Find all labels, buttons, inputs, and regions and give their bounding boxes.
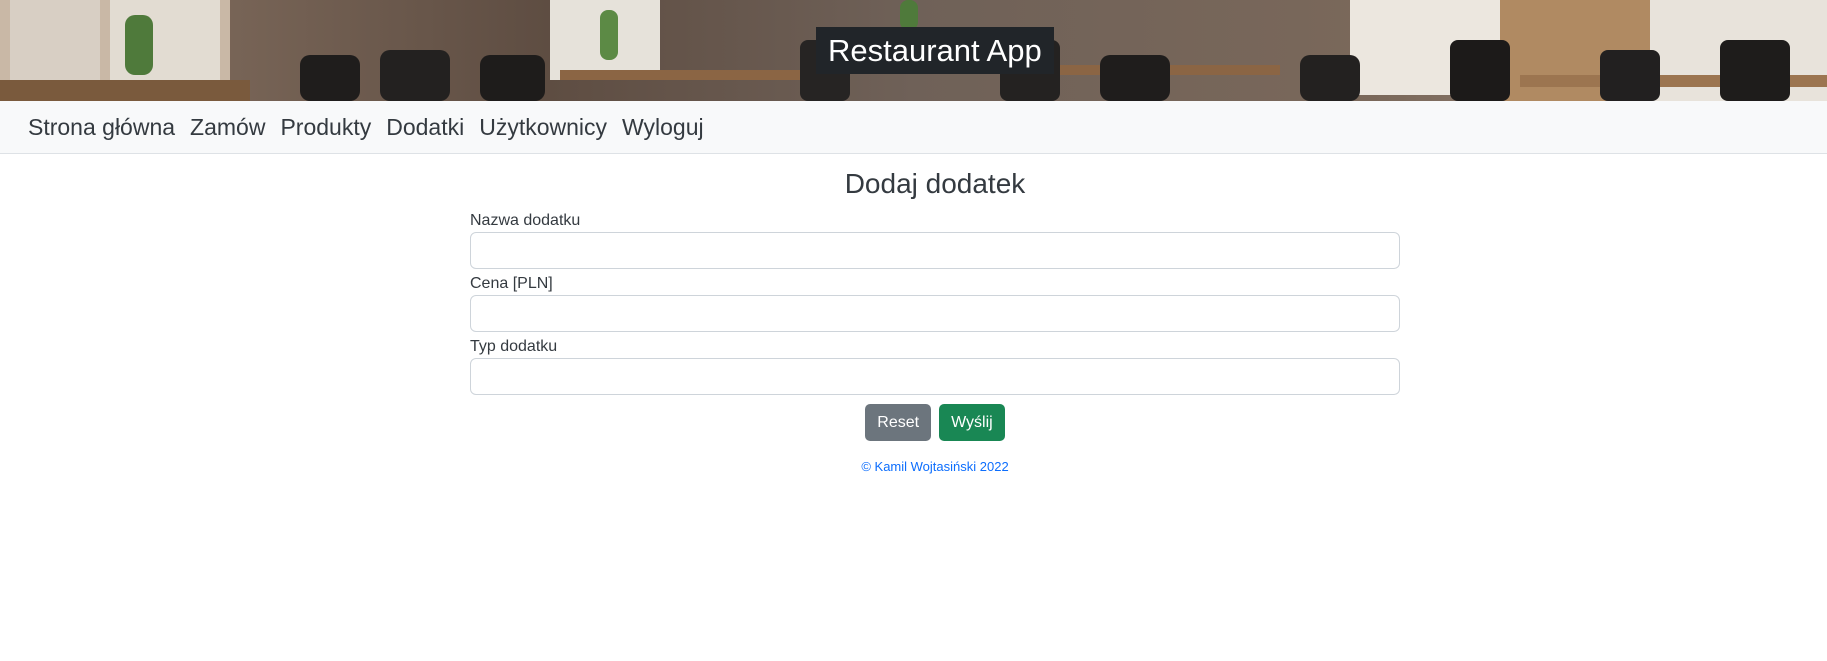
addon-name-group: Nazwa dodatku <box>470 210 1400 269</box>
addon-name-input[interactable] <box>470 232 1400 269</box>
submit-button[interactable]: Wyślij <box>939 404 1005 441</box>
add-addon-form: Dodaj dodatek Nazwa dodatku Cena [PLN] T… <box>470 154 1400 474</box>
reset-button[interactable]: Reset <box>865 404 932 441</box>
page-title: Dodaj dodatek <box>844 168 1026 199</box>
addon-type-input[interactable] <box>470 358 1400 395</box>
header-banner: Restaurant App <box>0 0 1827 101</box>
app-title: Restaurant App <box>816 27 1054 74</box>
nav-item-home[interactable]: Strona główna <box>28 114 175 141</box>
addon-name-label: Nazwa dodatku <box>470 212 581 229</box>
main-navbar: Strona główna Zamów Produkty Dodatki Uży… <box>0 101 1827 154</box>
nav-item-addons[interactable]: Dodatki <box>386 114 464 141</box>
price-group: Cena [PLN] <box>470 273 1400 332</box>
nav-item-products[interactable]: Produkty <box>280 114 371 141</box>
price-label: Cena [PLN] <box>470 275 553 292</box>
nav-item-logout[interactable]: Wyloguj <box>622 114 704 141</box>
footer-copyright: © Kamil Wojtasiński 2022 <box>861 459 1009 474</box>
form-buttons: Reset Wyślij <box>470 404 1400 441</box>
nav-list: Strona główna Zamów Produkty Dodatki Uży… <box>28 101 719 154</box>
price-input[interactable] <box>470 295 1400 332</box>
addon-type-group: Typ dodatku <box>470 336 1400 395</box>
addon-type-label: Typ dodatku <box>470 338 558 355</box>
nav-item-order[interactable]: Zamów <box>190 114 265 141</box>
nav-item-users[interactable]: Użytkownicy <box>479 114 607 141</box>
